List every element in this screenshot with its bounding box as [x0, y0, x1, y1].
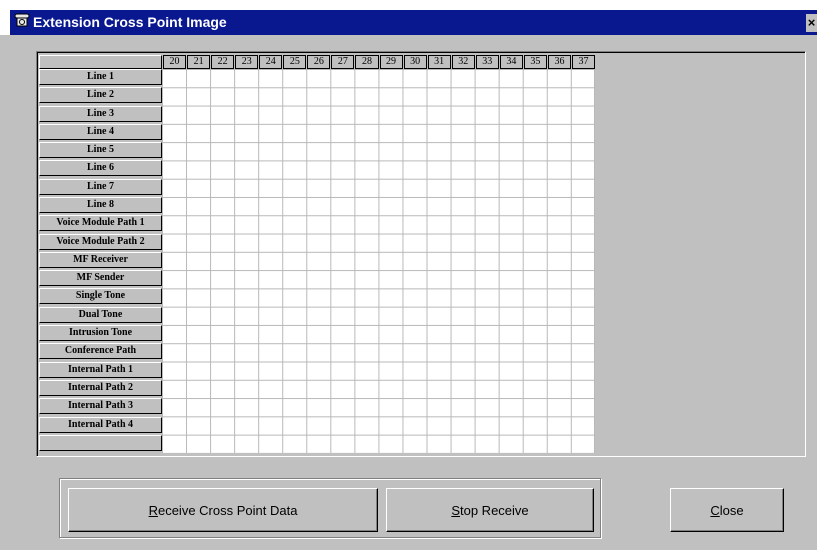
- row-header: Internal Path 1: [39, 361, 162, 378]
- row-header: Line 7: [39, 178, 162, 195]
- close-window-button[interactable]: ×: [806, 14, 817, 32]
- receive-label: eceive Cross Point Data: [157, 502, 298, 518]
- stop-accel: S: [451, 502, 460, 518]
- column-header: 25: [283, 55, 307, 69]
- column-header: 35: [523, 55, 547, 69]
- row-header: Line 6: [39, 160, 162, 177]
- row-header: Internal Path 3: [39, 398, 162, 415]
- title-bar: Extension Cross Point Image ×: [0, 0, 817, 35]
- row-header: Voice Module Path 2: [39, 233, 162, 250]
- row-header: Line 5: [39, 142, 162, 159]
- column-header: 24: [259, 55, 283, 69]
- column-header: 22: [211, 55, 235, 69]
- row-header: MF Receiver: [39, 251, 162, 268]
- column-header: 30: [403, 55, 427, 69]
- column-header: 34: [499, 55, 523, 69]
- cross-point-cells[interactable]: [162, 69, 595, 453]
- row-header: MF Sender: [39, 270, 162, 287]
- row-header: Internal Path 4: [39, 416, 162, 433]
- column-header: 26: [307, 55, 331, 69]
- telephone-icon: [14, 13, 30, 27]
- column-header: 23: [235, 55, 259, 69]
- row-header: [39, 434, 162, 451]
- column-header: 27: [331, 55, 355, 69]
- column-header: 28: [355, 55, 379, 69]
- row-header: Line 3: [39, 105, 162, 122]
- row-header: Dual Tone: [39, 306, 162, 323]
- column-header: 32: [451, 55, 475, 69]
- receive-cross-point-data-button[interactable]: Receive Cross Point Data: [68, 488, 378, 532]
- column-header: 36: [547, 55, 571, 69]
- window-title: Extension Cross Point Image: [33, 14, 227, 30]
- row-header: Line 2: [39, 87, 162, 104]
- receive-accel: R: [148, 502, 158, 518]
- column-header: 21: [187, 55, 211, 69]
- row-header: Conference Path: [39, 343, 162, 360]
- row-header: Line 4: [39, 123, 162, 140]
- grid-corner-header: [39, 55, 162, 69]
- stop-receive-button[interactable]: Stop Receive: [386, 488, 594, 532]
- close-accel: C: [710, 502, 720, 518]
- row-header: Voice Module Path 1: [39, 215, 162, 232]
- row-header: Single Tone: [39, 288, 162, 305]
- column-header: 33: [475, 55, 499, 69]
- column-header: 20: [163, 55, 187, 69]
- row-header: Line 8: [39, 197, 162, 214]
- row-header: Internal Path 2: [39, 379, 162, 396]
- column-header: 29: [379, 55, 403, 69]
- close-button[interactable]: Close: [670, 488, 784, 532]
- row-header: Line 1: [39, 69, 162, 85]
- column-header: 31: [427, 55, 451, 69]
- stop-label: top Receive: [460, 502, 529, 518]
- row-header: Intrusion Tone: [39, 325, 162, 342]
- close-label: lose: [719, 502, 744, 518]
- column-header: 37: [572, 55, 596, 69]
